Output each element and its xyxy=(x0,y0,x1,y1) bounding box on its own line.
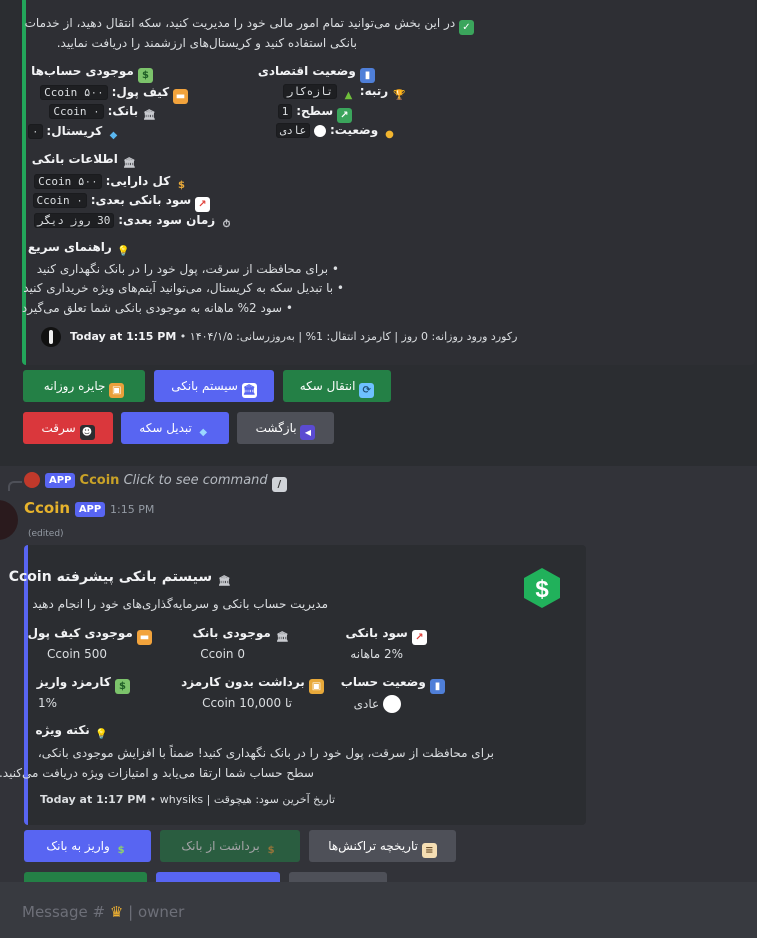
footer-avatar xyxy=(41,327,61,347)
thief-icon: ☻ xyxy=(79,425,95,440)
field-name-free-withdraw: ▣ برداشت بدون کارمزد xyxy=(181,674,324,694)
author-row: Ccoin APP 1:15 PM xyxy=(24,499,154,519)
field-value-deposit-fee: 1% xyxy=(37,696,57,710)
next-interest-row: ↗ سود بانکی بعدی: Ccoin ۰ xyxy=(32,192,210,212)
bank-info-title: 🏛 اطلاعات بانکی xyxy=(31,152,136,169)
balances-title: $ موجودی حساب‌ها xyxy=(31,63,153,83)
chart-up-icon: ↗ xyxy=(337,108,352,123)
embed-footer: Today at 1:15 PM • رکورد ورود روزانه: 0 … xyxy=(70,330,518,343)
credit-card-icon: ▬ xyxy=(137,630,152,645)
message-composer: Message # ♛ | owner xyxy=(0,882,757,938)
withdraw-button[interactable]: $ برداشت از بانک xyxy=(160,830,300,862)
bank-icon: 🏛 xyxy=(123,158,136,169)
embed-description: مدیریت حساب بانکی و سرمایه‌گذاری‌های خود… xyxy=(32,597,328,611)
chart-increasing-icon: ↗ xyxy=(195,197,210,212)
gem-icon: ◆ xyxy=(199,427,208,438)
white-circle-icon xyxy=(314,125,327,137)
money-icon: $ xyxy=(138,68,153,83)
back-button[interactable]: ◀ بازگشت xyxy=(237,412,334,444)
bar-chart-icon: ▮ xyxy=(360,68,375,83)
transaction-history-button[interactable]: ≡ تاریخچه تراکنش‌ها xyxy=(309,830,456,862)
white-circle-icon xyxy=(383,695,401,713)
wallet-row: ▬ کیف پول: Ccoin ۵۰۰ xyxy=(40,84,188,104)
light-bulb-icon: 💡 xyxy=(95,729,108,740)
app-badge: APP xyxy=(74,502,106,517)
field-value-bank-interest: 2% ماهانه xyxy=(350,647,403,661)
field-name-wallet-balance: ▬ موجودی کیف پول xyxy=(28,625,152,645)
field-value-account-status: عادی xyxy=(354,695,401,713)
total-assets-row: $ کل دارایی: Ccoin ۵۰۰ xyxy=(34,173,189,193)
lock-icon: ▣ xyxy=(309,679,324,694)
economy-status-title: ▮ وضعیت اقتصادی xyxy=(258,63,375,83)
reply-avatar xyxy=(24,472,40,488)
field-name-bank-balance: 🏛 موجودی بانک xyxy=(192,626,289,643)
dollar-thumbnail-icon: $ xyxy=(520,566,564,610)
rob-button[interactable]: ☻ سرقت xyxy=(23,412,113,444)
clipboard-icon: ≡ xyxy=(421,843,437,858)
slash-command-icon: / xyxy=(271,477,287,492)
crown-icon: ♛ xyxy=(109,903,124,921)
field-name-account-status: ▮ وضعیت حساب xyxy=(341,674,445,694)
level-row: ↗ سطح: 1 xyxy=(277,103,352,123)
back-arrow-icon: ◀ xyxy=(300,425,316,440)
reply-preview[interactable]: APP Ccoin Click to see command / xyxy=(45,473,287,492)
svg-text:$: $ xyxy=(535,576,549,603)
field-value-wallet-balance: 500 Ccoin xyxy=(47,647,107,661)
field-name-deposit-fee: $ کارمزد واریز xyxy=(37,674,130,694)
deposit-button[interactable]: $ واریز به بانک xyxy=(24,830,151,862)
bank-icon: 🏛 xyxy=(241,383,257,398)
light-bulb-icon: 💡 xyxy=(117,246,130,257)
reply-connector xyxy=(8,481,22,491)
money-wings-icon: $ xyxy=(115,679,130,694)
tip-line-2: سطح حساب شما ارتقا می‌یابد و امتیازات وی… xyxy=(0,766,314,780)
message-placeholder: Message # ♛ | owner xyxy=(22,903,185,921)
guide-line-3: • سود 2% ماهانه به موجودی بانکی شما تعلق… xyxy=(21,301,293,315)
convert-coin-button[interactable]: ◆ تبدیل سکه xyxy=(121,412,229,444)
status-row: ● وضعیت: عادی xyxy=(275,122,397,142)
check-mark-icon: ✓ xyxy=(459,20,474,35)
beginner-icon: ▲ xyxy=(344,90,353,101)
quick-guide-title: 💡 راهنمای سریع xyxy=(27,240,130,257)
bank-icon: 🏛 xyxy=(218,576,231,587)
stopwatch-icon: ⏱ xyxy=(222,219,231,230)
arrows-cycle-icon: ⟳ xyxy=(359,383,375,398)
tip-line-1: برای محافظت از سرقت، پول خود را در بانک … xyxy=(37,746,494,760)
money-bag-icon: $ xyxy=(267,845,275,856)
trophy-icon: 🏆 xyxy=(393,90,406,101)
author-name[interactable]: Ccoin xyxy=(24,499,70,517)
embed-intro-line-1: ✓ در این بخش می‌توانید تمام امور مالی خو… xyxy=(25,15,474,35)
message-time: 1:15 PM xyxy=(110,503,155,516)
author-avatar[interactable] xyxy=(0,500,18,540)
bank-system-button[interactable]: 🏛 سیستم بانکی xyxy=(154,370,274,402)
edited-label: (edited) xyxy=(28,529,64,539)
bar-chart-icon: ▮ xyxy=(430,679,445,694)
money-wings-icon: $ xyxy=(117,845,125,856)
field-value-bank-balance: 0 Ccoin xyxy=(200,647,245,661)
chart-increasing-icon: ↗ xyxy=(412,630,427,645)
guide-line-1: • برای محافظت از سرقت، پول خود را در بان… xyxy=(36,262,339,276)
bank-row: 🏛 بانک: Ccoin ۰ xyxy=(49,103,157,123)
message-input[interactable]: Message # ♛ | owner xyxy=(0,890,757,934)
daily-reward-button[interactable]: ▣ جایزه روزانه xyxy=(23,370,145,402)
transfer-coin-button[interactable]: ⟳ انتقال سکه xyxy=(283,370,391,402)
guide-line-2: • با تبدیل سکه به کریستال، می‌توانید آیت… xyxy=(23,281,344,295)
embed-title: 🏛 سیستم بانکی پیشرفته Ccoin xyxy=(8,569,231,587)
field-name-bank-interest: ↗ سود بانکی xyxy=(346,625,427,645)
bank-icon: 🏛 xyxy=(276,632,289,643)
crystal-row: ◆ کریستال: ۰ xyxy=(27,123,121,143)
tip-title: 💡 نکته ویژه xyxy=(35,723,108,740)
bank-icon: 🏛 xyxy=(143,110,156,121)
gem-icon: ◆ xyxy=(109,130,118,141)
next-time-row: ⏱ زمان سود بعدی: 30 روز دیگر xyxy=(33,212,234,232)
credit-card-icon: ▬ xyxy=(173,89,188,104)
field-value-free-withdraw: تا Ccoin 10,000 xyxy=(202,696,292,710)
medal-icon: ● xyxy=(385,129,394,140)
embed2-footer: Today at 1:17 PM • whysiks | تاریخ آخرین… xyxy=(40,793,336,806)
money-bag-icon: $ xyxy=(178,180,185,191)
gift-icon: ▣ xyxy=(109,383,125,398)
embed-intro-line-2: بانکی استفاده کنید و کریستال‌های ارزشمند… xyxy=(56,36,357,50)
rank-row: 🏆 رتبه: ▲ تازه‌کار xyxy=(282,83,407,103)
